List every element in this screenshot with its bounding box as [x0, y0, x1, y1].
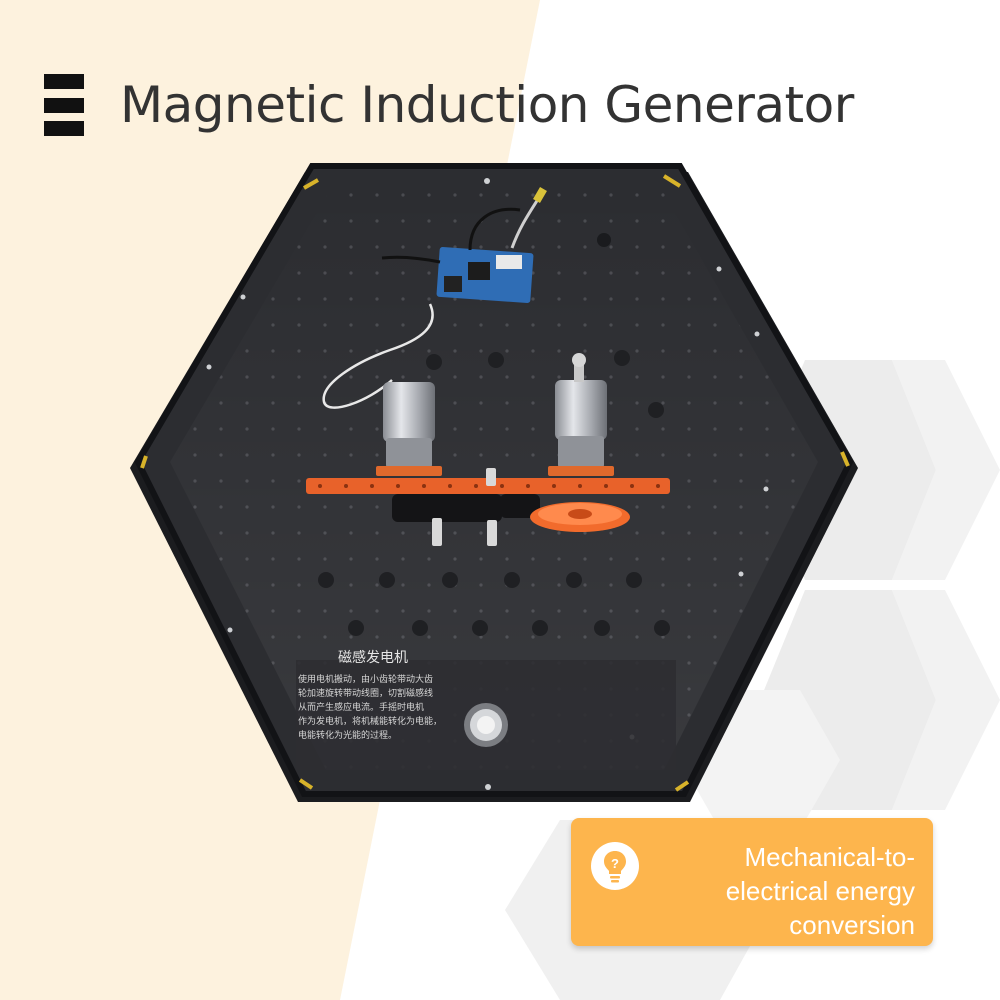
- header: Magnetic Induction Generator: [44, 70, 854, 140]
- page-title: Magnetic Induction Generator: [120, 76, 854, 134]
- lightbulb-icon: ?: [591, 842, 639, 890]
- svg-text:使用电机搬动，由小齿轮带动大齿: 使用电机搬动，由小齿轮带动大齿: [298, 673, 433, 685]
- orange-gear: [530, 502, 630, 532]
- svg-text:轮加速旋转带动线圈，切割磁感线: 轮加速旋转带动线圈，切割磁感线: [298, 687, 433, 699]
- black-gears: [392, 494, 540, 522]
- push-button-switch: [464, 703, 508, 747]
- feature-callout: ? Mechanical-to-electrical energy conver…: [571, 818, 933, 946]
- svg-text:作为发电机，将机械能转化为电能，: 作为发电机，将机械能转化为电能，: [298, 715, 442, 727]
- svg-text:从而产生感应电流。手摇时电机: 从而产生感应电流。手摇时电机: [298, 701, 424, 713]
- svg-text:?: ?: [611, 856, 619, 871]
- svg-text:电能转化为光能的过程。: 电能转化为光能的过程。: [298, 729, 397, 741]
- hamburger-menu-icon[interactable]: [44, 74, 84, 136]
- panel-label: 磁感发电机: [338, 649, 408, 666]
- callout-text: Mechanical-to-electrical energy conversi…: [725, 842, 915, 940]
